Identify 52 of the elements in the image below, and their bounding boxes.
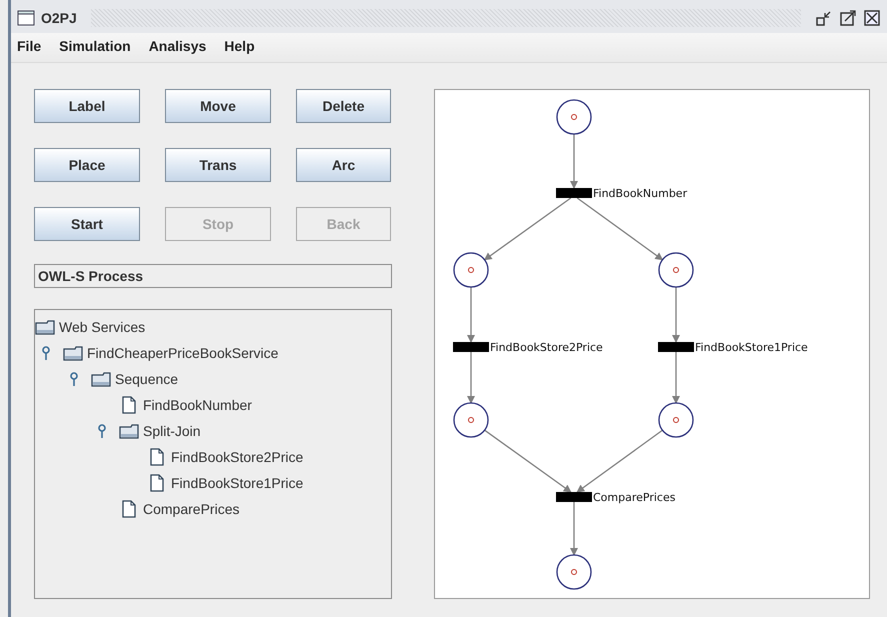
transition-bar — [556, 188, 592, 198]
expanded-handle-icon[interactable] — [97, 424, 107, 438]
toolbar-button[interactable]: Trans — [165, 148, 271, 182]
window-title: O2PJ — [41, 10, 77, 26]
tree-item[interactable]: Split-Join — [143, 423, 201, 439]
menu-item[interactable]: File — [15, 36, 44, 56]
toolbar-button[interactable]: Place — [34, 148, 140, 182]
toolbar-button[interactable]: Move — [165, 89, 271, 123]
maximize-icon[interactable] — [839, 8, 857, 26]
process-field[interactable]: OWL-S Process — [34, 264, 392, 288]
tree-item[interactable]: Sequence — [115, 371, 178, 387]
transition-label: FindBookNumber — [593, 187, 688, 200]
tree-item[interactable]: FindCheaperPriceBookService — [87, 345, 278, 361]
expanded-handle-icon[interactable] — [41, 346, 51, 360]
transition-label: FindBookStore1Price — [695, 341, 808, 354]
transition-bar — [658, 342, 694, 352]
expanded-handle-icon[interactable] — [69, 372, 79, 386]
arc-arrow — [570, 502, 578, 556]
folder-icon — [35, 318, 55, 336]
window-icon — [17, 8, 35, 26]
arc-arrow — [467, 352, 475, 404]
arc-arrow — [467, 287, 475, 343]
tree-item[interactable]: Web Services — [59, 319, 146, 335]
place-node — [453, 252, 489, 288]
place-node — [556, 554, 592, 590]
arc-arrow — [570, 134, 578, 189]
tree-item[interactable]: ComparePrices — [143, 501, 240, 517]
toolbar-button[interactable]: Label — [34, 89, 140, 123]
tree-item[interactable]: FindBookStore2Price — [171, 449, 304, 465]
place-node — [556, 99, 592, 135]
toolbar-button[interactable]: Arc — [296, 148, 391, 182]
transition-bar — [453, 342, 489, 352]
folder-icon — [63, 344, 83, 362]
restore-icon[interactable] — [815, 8, 833, 26]
menu-item[interactable]: Analisys — [146, 36, 208, 56]
menu-item[interactable]: Help — [222, 36, 257, 56]
transition-label: FindBookStore2Price — [490, 341, 603, 354]
arc-arrow — [672, 287, 680, 343]
place-node — [658, 252, 694, 288]
toolbar-button[interactable]: Start — [34, 207, 140, 241]
transition-label: ComparePrices — [593, 491, 676, 504]
tree-item[interactable]: FindBookStore1Price — [171, 475, 304, 491]
menu-item[interactable]: Simulation — [57, 36, 133, 56]
place-node — [658, 402, 694, 438]
close-icon[interactable] — [863, 8, 881, 26]
place-node — [453, 402, 489, 438]
transition-bar — [556, 492, 592, 502]
tree-item[interactable]: FindBookNumber — [143, 397, 252, 413]
folder-icon — [119, 422, 139, 440]
arc-arrow — [672, 352, 680, 404]
folder-icon — [91, 370, 111, 388]
toolbar-button[interactable]: Delete — [296, 89, 391, 123]
